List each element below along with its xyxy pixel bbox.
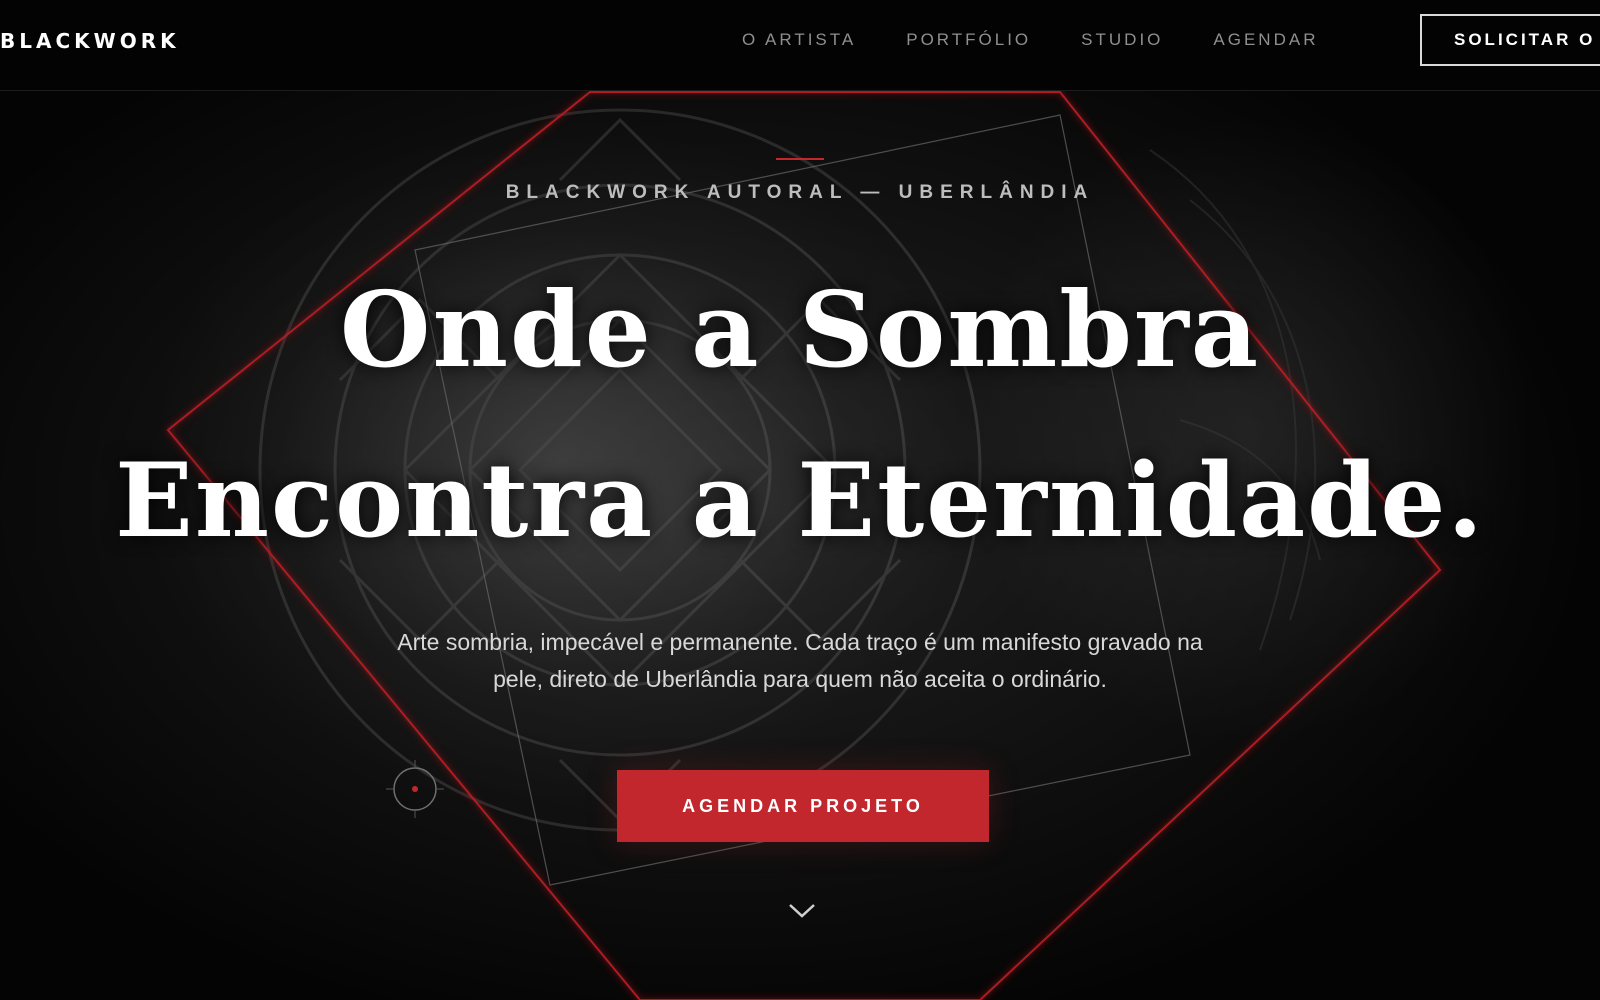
hero-headline-line2: Encontra a Eternidade.	[115, 441, 1485, 561]
hero-subtext-line2: pele, direto de Uberlândia para quem não…	[493, 666, 1107, 692]
nav-link-portfolio[interactable]: PORTFÓLIO	[906, 30, 1031, 50]
nav-link-artista[interactable]: O ARTISTA	[742, 30, 856, 50]
nav-link-agendar[interactable]: AGENDAR	[1213, 30, 1318, 50]
site-header: BLACKWORK O ARTISTA PORTFÓLIO STUDIO AGE…	[0, 0, 1600, 91]
logo[interactable]: BLACKWORK	[0, 29, 180, 53]
page: BLACKWORK O ARTISTA PORTFÓLIO STUDIO AGE…	[0, 0, 1600, 1000]
hero-headline-line1: Onde a Sombra	[339, 268, 1261, 391]
chevron-down-icon[interactable]	[786, 900, 818, 920]
main-nav: O ARTISTA PORTFÓLIO STUDIO AGENDAR	[742, 30, 1368, 50]
target-icon	[386, 760, 444, 818]
hero-section: BLACKWORK AUTORAL — UBERLÂNDIA Onde a So…	[0, 90, 1600, 1000]
nav-link-studio[interactable]: STUDIO	[1081, 30, 1163, 50]
accent-divider	[776, 158, 824, 160]
hero-subtext-line1: Arte sombria, impecável e permanente. Ca…	[397, 629, 1203, 655]
schedule-project-button[interactable]: AGENDAR PROJETO	[617, 770, 989, 842]
request-quote-button[interactable]: SOLICITAR O	[1420, 14, 1600, 66]
hero-subtext: Arte sombria, impecável e permanente. Ca…	[300, 624, 1300, 698]
hero-eyebrow: BLACKWORK AUTORAL — UBERLÂNDIA	[505, 182, 1095, 203]
